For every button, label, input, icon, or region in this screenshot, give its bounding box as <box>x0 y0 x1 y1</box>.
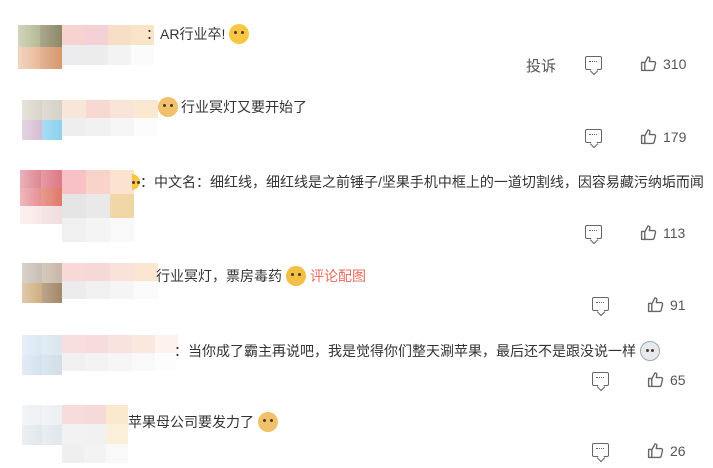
reply-icon[interactable] <box>585 225 602 239</box>
like-count: 65 <box>670 371 686 388</box>
comment-prefix: ： <box>174 343 188 359</box>
comment-item: 苹果母公司要发力了 26 <box>0 397 713 468</box>
like-button[interactable]: 91 <box>647 296 686 313</box>
blurred-avatar <box>22 263 62 303</box>
like-count: 310 <box>663 55 687 72</box>
reply-icon[interactable] <box>592 443 609 457</box>
blurred-username <box>62 170 134 242</box>
blurred-avatar <box>20 170 62 224</box>
blurred-username <box>62 25 154 65</box>
blurred-username <box>62 100 158 136</box>
comment-item: ： AR行业卒! 投诉 310 <box>0 0 713 90</box>
comment-text-row: 行业冥灯，票房毒药 评论配图 <box>156 266 366 286</box>
comment-text: AR行业卒! <box>160 26 226 42</box>
reply-icon[interactable] <box>585 129 602 143</box>
comment-text-row: 行业冥灯又要开始了 <box>158 97 307 117</box>
comment-text: 行业冥灯，票房毒药 <box>156 268 282 284</box>
comment-item: 行业冥灯又要开始了 179 <box>0 90 713 156</box>
blurred-username <box>62 405 128 463</box>
like-button[interactable]: 26 <box>647 442 686 459</box>
doge-icon <box>258 412 278 432</box>
report-button[interactable]: 投诉 <box>526 55 556 76</box>
emoji-fragment <box>132 174 140 190</box>
crying-icon <box>229 24 250 44</box>
reply-icon[interactable] <box>585 56 602 70</box>
comment-text: 行业冥灯又要开始了 <box>181 99 307 115</box>
comment-text: 苹果母公司要发力了 <box>128 414 254 430</box>
comment-prefix: ： <box>140 174 154 190</box>
blurred-avatar <box>22 405 62 445</box>
thumbs-up-icon <box>640 56 657 72</box>
thumbs-up-icon <box>647 297 664 313</box>
comment-text-row: ： 中文名：细红线，细红线是之前锤子/坚果手机中框上的一道切割线，因容易藏污纳垢… <box>132 172 704 192</box>
doge-icon <box>158 97 178 117</box>
comment-text-row: ： AR行业卒! <box>146 24 250 44</box>
blurred-username <box>62 335 178 371</box>
comment-prefix: ： <box>146 26 160 42</box>
like-button[interactable]: 113 <box>640 224 685 241</box>
comment-item: ： 中文名：细红线，细红线是之前锤子/坚果手机中框上的一道切割线，因容易藏污纳垢… <box>0 156 713 253</box>
like-count: 113 <box>663 224 686 241</box>
like-button[interactable]: 310 <box>640 55 686 72</box>
comment-item: 行业冥灯，票房毒药 评论配图 91 <box>0 253 713 327</box>
like-button[interactable]: 65 <box>647 371 686 388</box>
blurred-avatar <box>22 100 62 140</box>
like-count: 26 <box>670 442 686 459</box>
blurred-avatar <box>22 335 62 375</box>
comment-text-row: 苹果母公司要发力了 <box>128 412 278 432</box>
thumbs-up-icon <box>640 129 657 145</box>
comment-item: ： 当你成了霸主再说吧，我是觉得你们整天涮苹果，最后还不是跟没说一样 65 <box>0 327 713 397</box>
thumbs-up-icon <box>647 443 664 459</box>
reply-icon[interactable] <box>592 297 609 311</box>
like-button[interactable]: 179 <box>640 128 686 145</box>
comment-text: 中文名：细红线，细红线是之前锤子/坚果手机中框上的一道切割线，因容易藏污纳垢而闻 <box>154 174 704 190</box>
comment-text: 当你成了霸主再说吧，我是觉得你们整天涮苹果，最后还不是跟没说一样 <box>188 343 636 359</box>
reply-icon[interactable] <box>592 372 609 386</box>
blurred-avatar <box>18 25 62 69</box>
thumbs-up-icon <box>640 225 657 241</box>
comment-text-row: ： 当你成了霸主再说吧，我是觉得你们整天涮苹果，最后还不是跟没说一样 <box>174 341 660 361</box>
laugh-cry-icon <box>286 266 306 286</box>
grimace-icon <box>640 341 660 361</box>
blurred-username <box>62 263 158 299</box>
like-count: 91 <box>670 296 686 313</box>
thumbs-up-icon <box>647 372 664 388</box>
comment-image-link[interactable]: 评论配图 <box>310 266 366 286</box>
like-count: 179 <box>663 128 687 145</box>
